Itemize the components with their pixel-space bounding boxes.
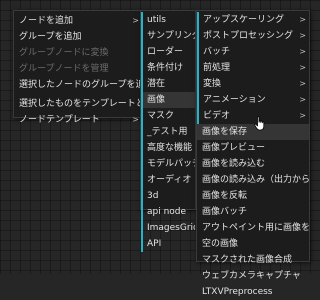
menu-item-label: _テスト用: [147, 127, 188, 137]
canvas-context-menu: ノードを追加 > グループを追加 グループノードに変換 グループノードを管理 選…: [13, 10, 143, 125]
submenu-item-postprocessing[interactable]: ポストプロセッシング >: [197, 28, 309, 44]
menu-item-label: 前処理: [203, 63, 231, 73]
submenu-item-preprocessors[interactable]: 前処理 >: [197, 60, 309, 76]
menu-item-label: 潜在: [147, 79, 166, 89]
submenu-item-animation[interactable]: アニメーション >: [197, 92, 309, 108]
menu-item-label: 画像の読み込み（出力から）: [202, 175, 309, 185]
category-item-model-patches[interactable]: モデルパッチ: [141, 156, 195, 172]
submenu-item-video[interactable]: ビデオ >: [197, 108, 309, 124]
menu-item-label: 画像を保存: [202, 127, 248, 137]
menu-item-load-image[interactable]: 画像を読み込む: [197, 156, 309, 172]
category-item-imagesgrid[interactable]: ImagesGrid: [141, 220, 195, 236]
menu-item-image-batch[interactable]: 画像バッチ: [197, 204, 309, 220]
menu-item-add-group[interactable]: グループを追加: [14, 29, 142, 45]
menu-item-load-image-from-output[interactable]: 画像の読み込み（出力から）: [197, 172, 309, 188]
submenu-arrow-icon: >: [299, 63, 306, 72]
menu-item-empty-image[interactable]: 空の画像: [197, 236, 309, 252]
menu-item-label: バッチ: [203, 47, 231, 57]
category-item-api[interactable]: API: [141, 236, 195, 252]
submenu-item-upscaling[interactable]: アップスケーリング >: [197, 12, 309, 28]
submenu-arrow-icon: >: [299, 111, 306, 120]
submenu-arrow-icon: >: [132, 115, 139, 124]
menu-item-label: 画像バッチ: [202, 207, 248, 217]
menu-item-label: ImagesGrid: [147, 223, 195, 233]
image-submenu: アップスケーリング > ポストプロセッシング > バッチ > 前処理 > 変換 > アニメ…: [196, 10, 310, 297]
menu-item-label: 条件付け: [147, 63, 184, 73]
menu-item-label: LTXVPreprocess: [202, 287, 273, 297]
category-item-api-node[interactable]: api node: [141, 204, 195, 220]
menu-item-label: 画像を読み込む: [202, 159, 266, 169]
menu-item-add-node[interactable]: ノードを追加 >: [14, 13, 142, 29]
submenu-arrow-icon: >: [132, 16, 139, 25]
submenu-arrow-icon: >: [299, 31, 306, 40]
menu-item-add-group-for-selected[interactable]: 選択したノードのグループを追加: [14, 77, 142, 93]
menu-item-save-image[interactable]: 画像を保存: [197, 124, 309, 140]
menu-item-label: ポストプロセッシング: [203, 31, 294, 41]
category-item-for-testing[interactable]: _テスト用: [141, 124, 195, 140]
hand-pointer-cursor-icon: [254, 116, 265, 131]
category-item-advanced[interactable]: 高度な機能: [141, 140, 195, 156]
submenu-arrow-icon: >: [299, 47, 306, 56]
menu-item-label: ウェブカメラキャプチャ: [202, 271, 301, 281]
submenu-arrow-icon: >: [299, 79, 306, 88]
node-category-menu: utils サンプリング ローダー 条件付け 潜在 画像 マスク _テスト用 高…: [140, 10, 196, 252]
submenu-arrow-icon: >: [299, 15, 306, 24]
menu-item-label: 変換: [203, 79, 222, 89]
menu-item-convert-to-group-node: グループノードに変換: [14, 45, 142, 61]
menu-item-preview-image[interactable]: 画像プレビュー: [197, 140, 309, 156]
menu-item-label: ビデオ: [203, 111, 231, 121]
menu-item-label: オーディオ: [147, 175, 192, 185]
menu-item-node-templates[interactable]: ノードテンプレート >: [14, 112, 142, 128]
menu-item-webcam-capture[interactable]: ウェブカメラキャプチャ: [197, 268, 309, 284]
menu-item-label: ノードテンプレート: [19, 115, 100, 125]
category-item-image[interactable]: 画像: [141, 92, 195, 108]
menu-item-manage-group-nodes: グループノードを管理: [14, 61, 142, 77]
menu-item-label: アウトペイント用に画像をパッド: [202, 223, 309, 233]
menu-item-label: 高度な機能: [147, 143, 193, 153]
menu-item-label: 選択したものをテンプレートとして保存: [19, 99, 142, 109]
category-item-utils[interactable]: utils: [141, 12, 195, 28]
menu-item-image-composite-masked[interactable]: マスクされた画像合成: [197, 252, 309, 268]
menu-item-label: マスク: [147, 111, 175, 121]
menu-item-label: 画像プレビュー: [202, 143, 266, 153]
category-item-sampling[interactable]: サンプリング: [141, 28, 195, 44]
menu-item-label: グループノードに変換: [19, 48, 109, 58]
menu-item-invert-image[interactable]: 画像を反転: [197, 188, 309, 204]
menu-item-label: 空の画像: [202, 239, 239, 249]
menu-item-label: アニメーション: [203, 95, 266, 105]
submenu-item-batch[interactable]: バッチ >: [197, 44, 309, 60]
category-item-mask[interactable]: マスク: [141, 108, 195, 124]
menu-item-label: グループノードを管理: [19, 64, 109, 74]
menu-item-label: API: [147, 239, 162, 249]
category-item-latent[interactable]: 潜在: [141, 76, 195, 92]
menu-item-ltxv-preprocess[interactable]: LTXVPreprocess: [197, 284, 309, 300]
menu-item-label: ローダー: [147, 47, 184, 57]
menu-item-pad-image-for-outpainting[interactable]: アウトペイント用に画像をパッド: [197, 220, 309, 236]
menu-item-save-as-template[interactable]: 選択したものをテンプレートとして保存: [14, 96, 142, 112]
category-item-audio[interactable]: オーディオ: [141, 172, 195, 188]
menu-item-label: utils: [147, 15, 166, 25]
menu-item-label: ノードを追加: [19, 16, 74, 26]
menu-item-label: モデルパッチ: [147, 159, 195, 169]
category-item-loaders[interactable]: ローダー: [141, 44, 195, 60]
menu-item-label: 選択したノードのグループを追加: [19, 80, 142, 90]
submenu-arrow-icon: >: [299, 95, 306, 104]
menu-item-label: 画像を反転: [202, 191, 248, 201]
menu-item-label: 3d: [147, 191, 159, 201]
submenu-item-transform[interactable]: 変換 >: [197, 76, 309, 92]
menu-item-label: マスクされた画像合成: [202, 255, 293, 265]
menu-item-label: グループを追加: [19, 32, 82, 42]
category-item-conditioning[interactable]: 条件付け: [141, 60, 195, 76]
menu-item-label: 画像: [147, 95, 166, 105]
category-item-3d[interactable]: 3d: [141, 188, 195, 204]
menu-item-label: アップスケーリング: [203, 15, 285, 25]
menu-item-label: サンプリング: [147, 31, 195, 41]
menu-item-label: api node: [147, 207, 187, 217]
